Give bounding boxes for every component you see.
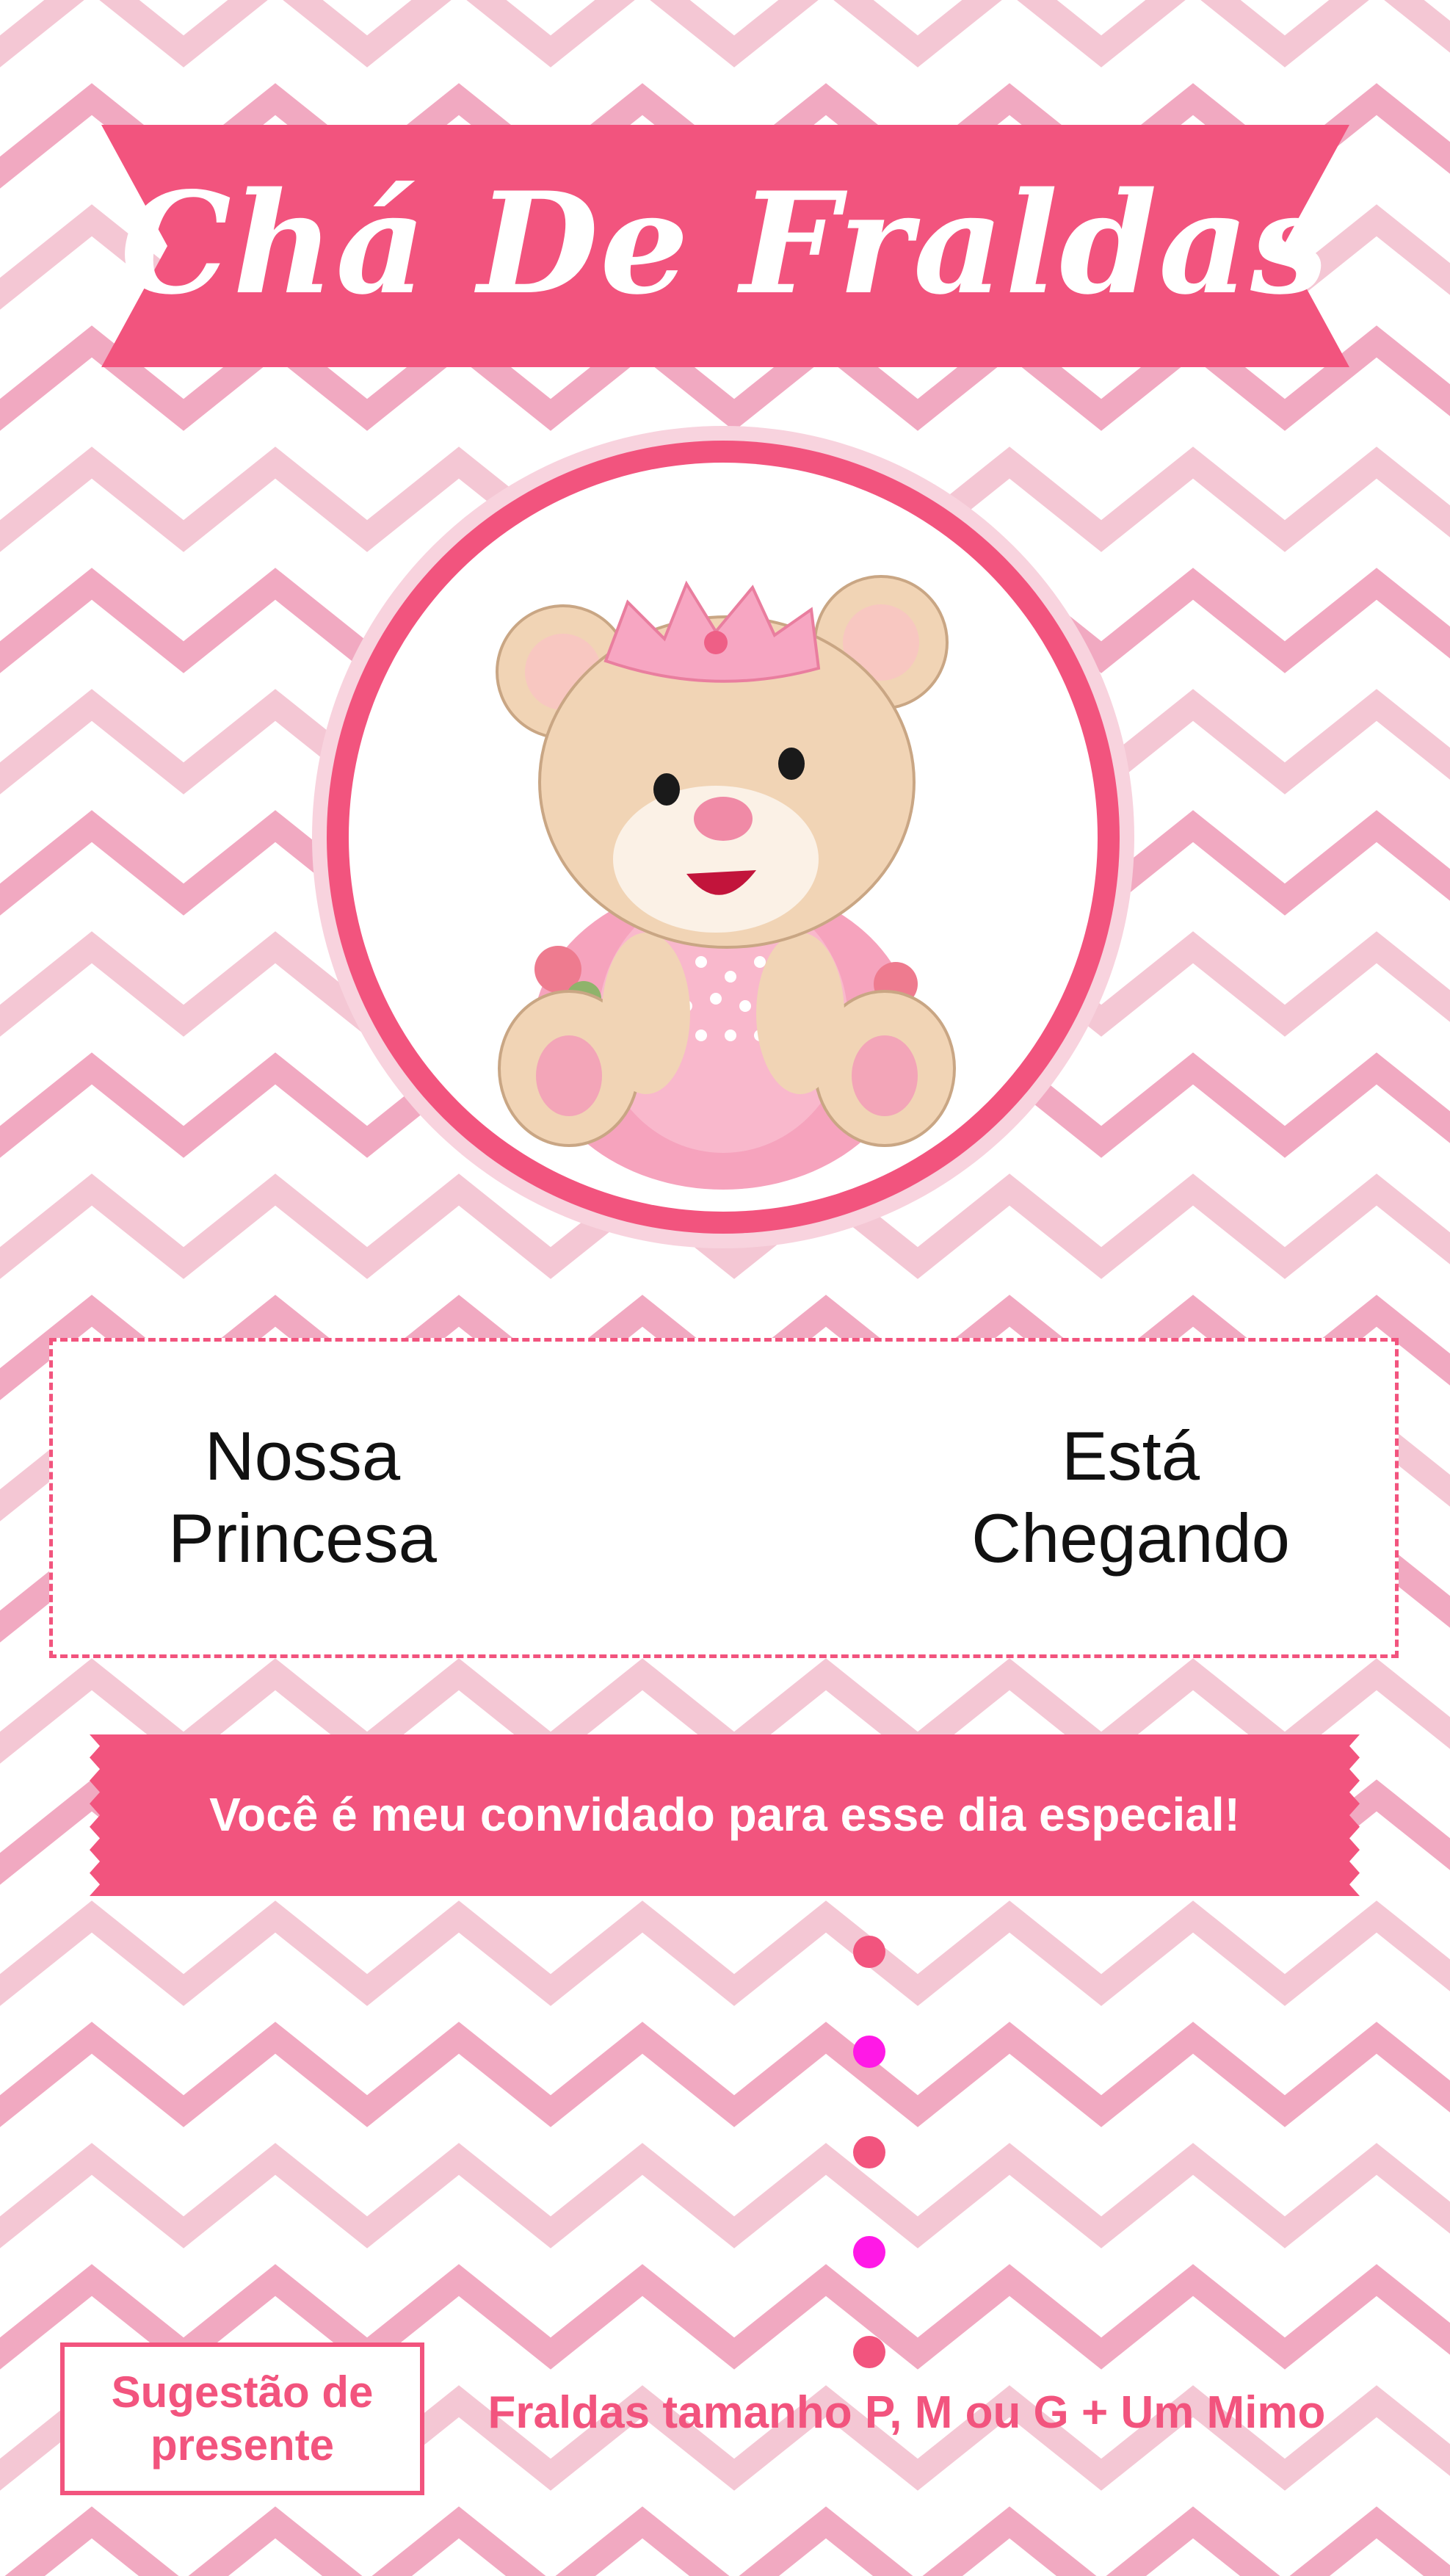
chevron-stripe	[0, 2022, 1450, 2127]
decorative-dot	[853, 2336, 885, 2368]
chevron-stripe	[4, 2506, 1450, 2576]
message-box: Nossa Princesa Está Chegando	[49, 1338, 1399, 1658]
gift-suggestion-text: Fraldas tamanho P, M ou G + Um Mimo	[487, 2387, 1326, 2438]
decorative-dot	[853, 2136, 885, 2168]
decorative-dot	[853, 2036, 885, 2068]
title-banner: Chá De Fraldas	[101, 125, 1349, 367]
chevron-stripe	[0, 0, 1450, 68]
decorative-dot	[853, 2236, 885, 2268]
message-right: Está Chegando	[971, 1417, 1290, 1577]
chevron-stripe	[0, 1900, 1450, 2006]
invite-text: Você é meu convidado para esse dia espec…	[209, 1788, 1240, 1841]
page-title: Chá De Fraldas	[120, 162, 1331, 325]
chevron-stripe	[0, 2143, 1450, 2248]
gift-suggestion-label: Sugestão de presente	[60, 2342, 424, 2495]
chevron-background	[0, 0, 1450, 2576]
decorative-dot	[853, 1936, 885, 1968]
teddy-bear-princess-icon	[312, 426, 1134, 1248]
bear-medallion	[305, 419, 1142, 1256]
invite-ribbon: Você é meu convidado para esse dia espec…	[90, 1734, 1360, 1896]
message-left: Nossa Princesa	[168, 1417, 437, 1577]
